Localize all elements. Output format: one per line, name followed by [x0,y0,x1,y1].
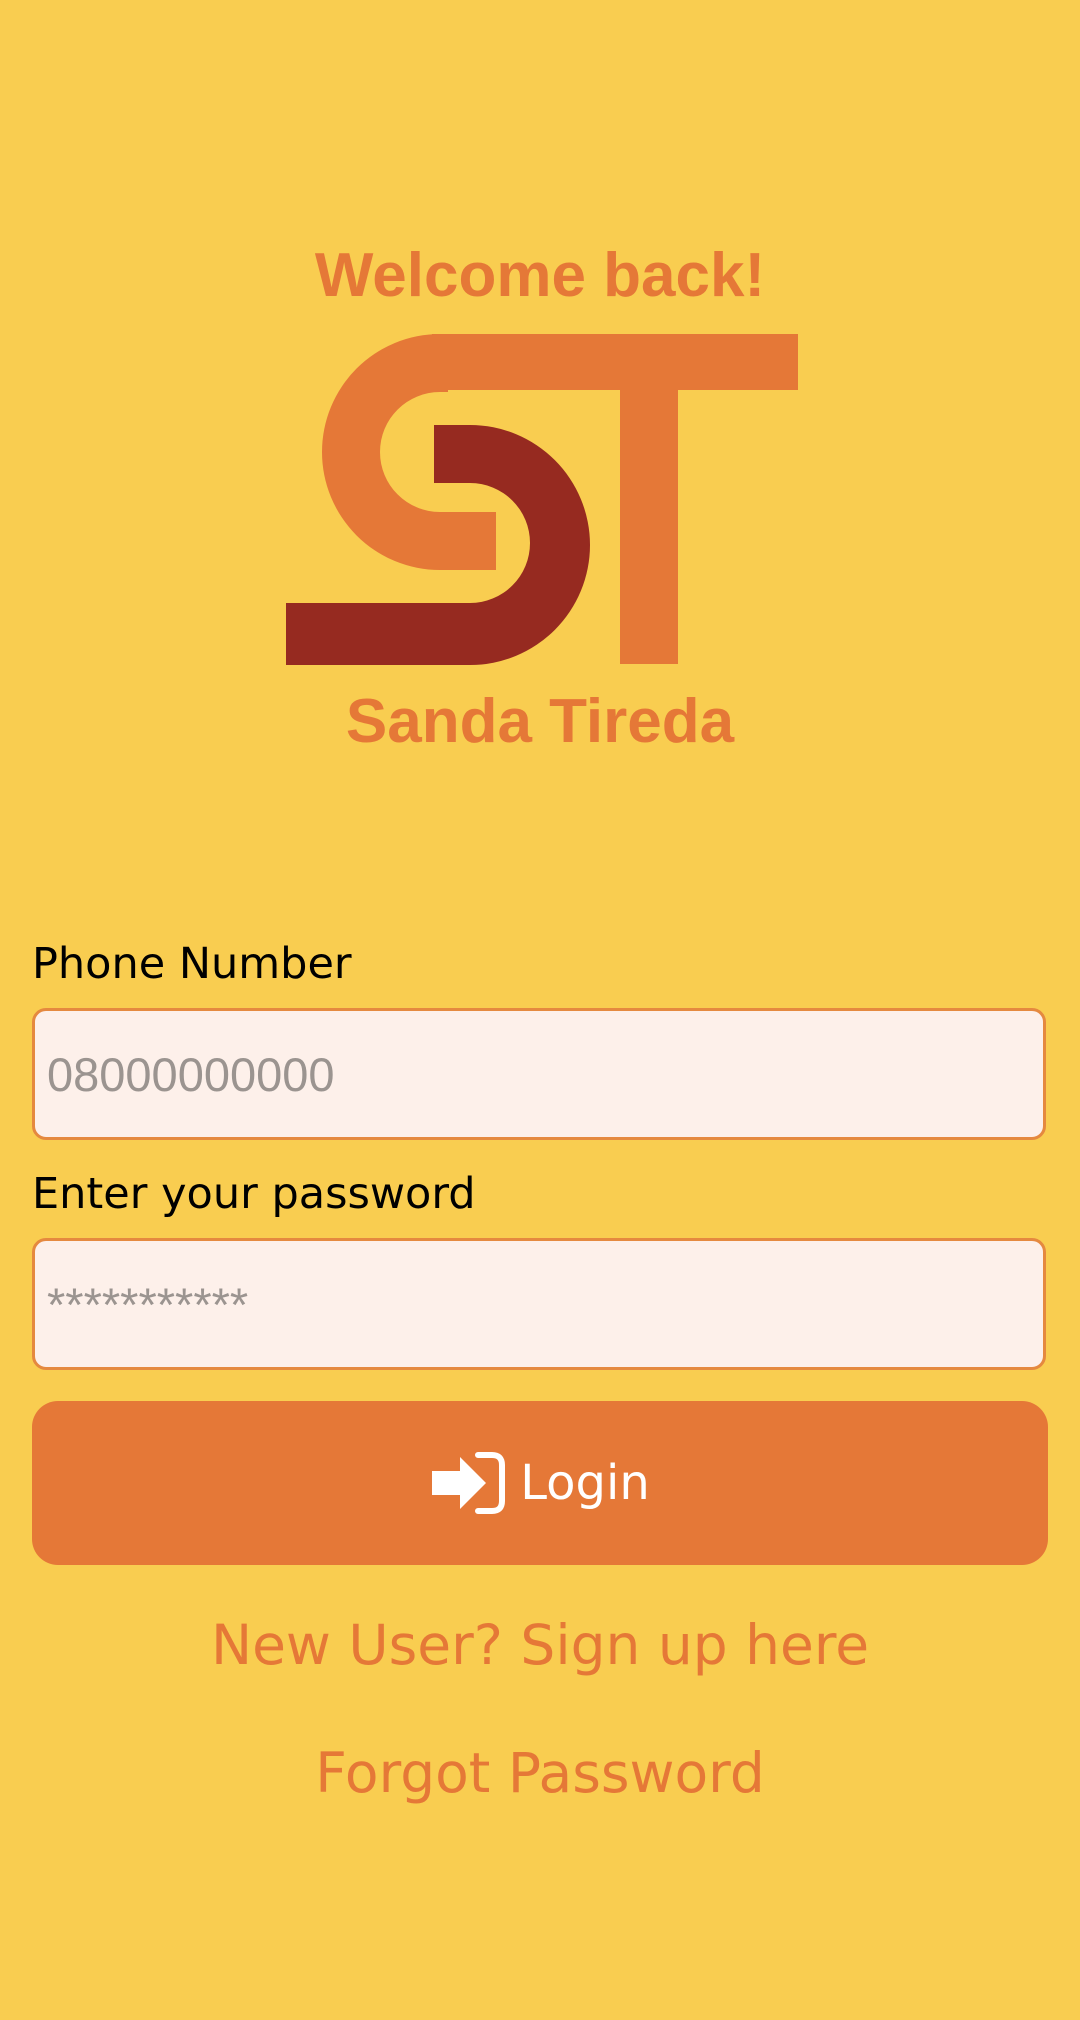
forgot-password-link[interactable]: Forgot Password [0,1740,1080,1806]
brand-logo [286,334,798,665]
phone-number-label: Phone Number [32,939,352,989]
password-input[interactable] [32,1238,1046,1370]
password-label: Enter your password [32,1169,476,1219]
login-button-label: Login [520,1455,650,1511]
login-button[interactable]: Login [32,1401,1048,1565]
brand-name: Sanda Tireda [345,687,735,756]
phone-number-input[interactable] [32,1008,1046,1140]
sign-in-icon [430,1451,506,1515]
signup-link[interactable]: New User? Sign up here [0,1612,1080,1678]
welcome-heading: Welcome back! [314,241,766,310]
logo-t-bar [432,334,798,390]
logo-t-stem [620,334,678,664]
